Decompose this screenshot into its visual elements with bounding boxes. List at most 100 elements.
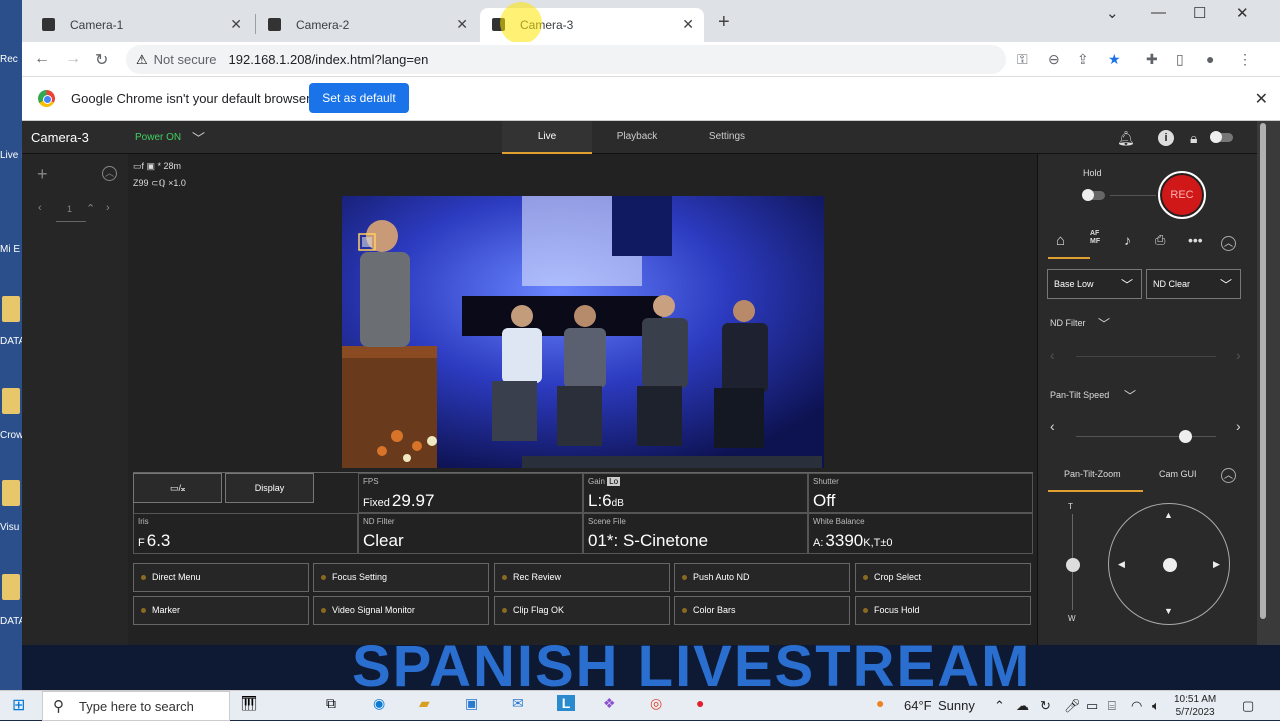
extensions-icon[interactable]: ✚	[1146, 51, 1158, 68]
arrow-down-icon[interactable]: ▼	[1164, 606, 1173, 616]
notifications-icon[interactable]: ▢	[1242, 698, 1254, 714]
wifi-icon[interactable]: ◠	[1131, 698, 1142, 714]
network-icon[interactable]: ⌸	[1108, 698, 1116, 714]
cloud-icon[interactable]: ☁	[1016, 698, 1029, 714]
pan-tilt-speed-slider[interactable]	[1076, 430, 1216, 443]
tab-cam-gui[interactable]: Cam GUI	[1159, 469, 1197, 479]
close-tab-icon[interactable]: ✕	[682, 16, 694, 33]
focus-hold-button[interactable]: Focus Hold	[855, 596, 1031, 625]
folder-icon[interactable]	[2, 574, 20, 600]
mail-icon[interactable]: ✉	[512, 695, 524, 712]
marker-button[interactable]: Marker	[133, 596, 309, 625]
photos-icon[interactable]: ❖	[603, 695, 616, 712]
app-l-icon[interactable]: L	[557, 695, 575, 711]
set-as-default-button[interactable]: Set as default	[309, 83, 409, 113]
rec-review-button[interactable]: Rec Review	[494, 563, 670, 592]
chevron-down-icon[interactable]: ﹀	[192, 128, 205, 147]
windows-start-icon[interactable]: ⊞	[12, 695, 25, 715]
chevron-down-icon[interactable]: ⌄	[1106, 4, 1119, 22]
tab-settings[interactable]: Settings	[682, 121, 772, 154]
chevron-down-icon[interactable]: ﹀	[1124, 387, 1136, 404]
back-arrow-icon[interactable]: ←	[34, 50, 50, 68]
edge-icon[interactable]: ◉	[373, 695, 385, 712]
shutter-cell[interactable]: Shutter Off	[808, 473, 1033, 513]
hold-toggle[interactable]	[1082, 189, 1105, 201]
nd-filter-cell[interactable]: ND Filter Clear	[358, 513, 583, 554]
prev-page-icon[interactable]: ‹	[38, 202, 42, 214]
omnibox[interactable]: ⚠ Not secure 192.168.1.208/index.html?la…	[126, 45, 1006, 74]
desktop-icon-label[interactable]: DATA	[0, 616, 22, 627]
menu-dots-icon[interactable]: ⋮	[1238, 51, 1252, 68]
clip-icon-button[interactable]: ▭/𝄪	[133, 473, 222, 503]
forward-arrow-icon[interactable]: →	[65, 50, 81, 68]
home-icon[interactable]: ⌂	[1056, 232, 1065, 249]
collapse-icon[interactable]: ︿	[102, 166, 117, 181]
folder-icon[interactable]	[2, 480, 20, 506]
rec-button[interactable]: REC	[1158, 171, 1206, 219]
music-note-icon[interactable]: ♪	[1124, 232, 1131, 248]
tab-camera-1[interactable]: Camera-1 ✕	[30, 8, 252, 42]
direct-menu-button[interactable]: Direct Menu	[133, 563, 309, 592]
file-explorer-icon[interactable]: ▰	[419, 695, 430, 712]
zoom-knob[interactable]	[1066, 558, 1080, 572]
weather-temp[interactable]: 64°F	[904, 698, 932, 713]
volume-icon[interactable]: 🔈︎	[1152, 698, 1160, 714]
color-bars-button[interactable]: Color Bars	[674, 596, 850, 625]
collapse-icon[interactable]: ︿	[1221, 468, 1236, 483]
zoom-icon[interactable]: ⊖	[1048, 51, 1060, 68]
media-icon[interactable]: ⎙	[1155, 232, 1165, 248]
share-icon[interactable]: ⇪	[1077, 51, 1089, 68]
desktop-icon-label[interactable]: Crow S	[0, 430, 22, 441]
video-signal-monitor-button[interactable]: Video Signal Monitor	[313, 596, 489, 625]
url-text[interactable]: 192.168.1.208/index.html?lang=en	[229, 52, 429, 67]
desktop-icon-label[interactable]: Visu	[0, 522, 22, 533]
scene-file-cell[interactable]: Scene File 01*: S-Cinetone	[583, 513, 808, 554]
collapse-icon[interactable]: ︿	[1221, 236, 1236, 251]
warning-icon[interactable]: ⚠	[136, 52, 148, 68]
gain-cell[interactable]: Gain Lo L:6dB	[583, 473, 808, 513]
base-select-dropdown[interactable]: Base Low ﹀	[1047, 269, 1142, 299]
side-panel-icon[interactable]: ▯	[1176, 51, 1184, 68]
minimize-button[interactable]: —	[1151, 4, 1166, 21]
desktop-icon-label[interactable]: Rec	[0, 54, 22, 65]
folder-icon[interactable]	[2, 296, 20, 322]
next-page-icon[interactable]: ›	[106, 202, 110, 214]
nd-select-dropdown[interactable]: ND Clear ﹀	[1146, 269, 1241, 299]
task-view-icon[interactable]: ⧉	[326, 695, 336, 712]
taskbar-search[interactable]: ⚲ Type here to search	[42, 691, 230, 721]
close-tab-icon[interactable]: ✕	[230, 16, 242, 33]
chevron-right-icon[interactable]: ›	[1236, 418, 1241, 434]
tab-pan-tilt-zoom[interactable]: Pan-Tilt-Zoom	[1064, 469, 1121, 479]
nd-filter-slider[interactable]	[1076, 356, 1216, 357]
microphone-icon[interactable]: 🎤︎	[1064, 698, 1081, 714]
close-icon[interactable]: ✕	[1255, 89, 1268, 109]
chrome-icon[interactable]: ◎	[650, 695, 662, 712]
weather-sun-icon[interactable]: ●	[876, 695, 884, 711]
desktop-icon-label[interactable]: Mi E	[0, 244, 22, 255]
clock[interactable]: 10:51 AM 5/7/2023	[1174, 693, 1216, 719]
chevron-left-icon[interactable]: ‹	[1050, 347, 1055, 363]
nd-filter-section-label[interactable]: ND Filter	[1050, 318, 1086, 328]
key-icon[interactable]: ⚿	[1017, 51, 1028, 68]
crop-select-button[interactable]: Crop Select	[855, 563, 1031, 592]
record-app-icon[interactable]: ●	[696, 695, 704, 711]
reload-icon[interactable]: ↻	[95, 50, 108, 70]
desktop-icon-label[interactable]: Live Pro	[0, 150, 22, 161]
folder-icon[interactable]	[2, 388, 20, 414]
arrow-up-icon[interactable]: ▲	[1164, 510, 1173, 520]
scrollbar[interactable]	[1257, 121, 1280, 645]
profile-avatar-icon[interactable]: ●	[1206, 51, 1214, 67]
close-window-button[interactable]: ✕	[1236, 4, 1249, 22]
display-icon[interactable]: ▭	[1086, 698, 1098, 714]
live-video-preview[interactable]	[342, 196, 824, 468]
chevron-right-icon[interactable]: ›	[1236, 347, 1241, 363]
arrow-right-icon[interactable]: ▶	[1213, 559, 1220, 570]
iris-cell[interactable]: Iris F 6.3	[133, 513, 358, 554]
tab-camera-2[interactable]: Camera-2 ✕	[256, 8, 478, 42]
add-icon[interactable]: +	[37, 164, 48, 185]
fps-cell[interactable]: FPS Fixed 29.97	[358, 473, 583, 513]
white-balance-cell[interactable]: White Balance A: 3390K,T±0	[808, 513, 1033, 554]
lock-icon[interactable]: 🔒︎	[1190, 130, 1197, 147]
maximize-button[interactable]: ☐	[1193, 4, 1206, 22]
chevron-up-icon[interactable]: ⌃	[994, 698, 1005, 714]
